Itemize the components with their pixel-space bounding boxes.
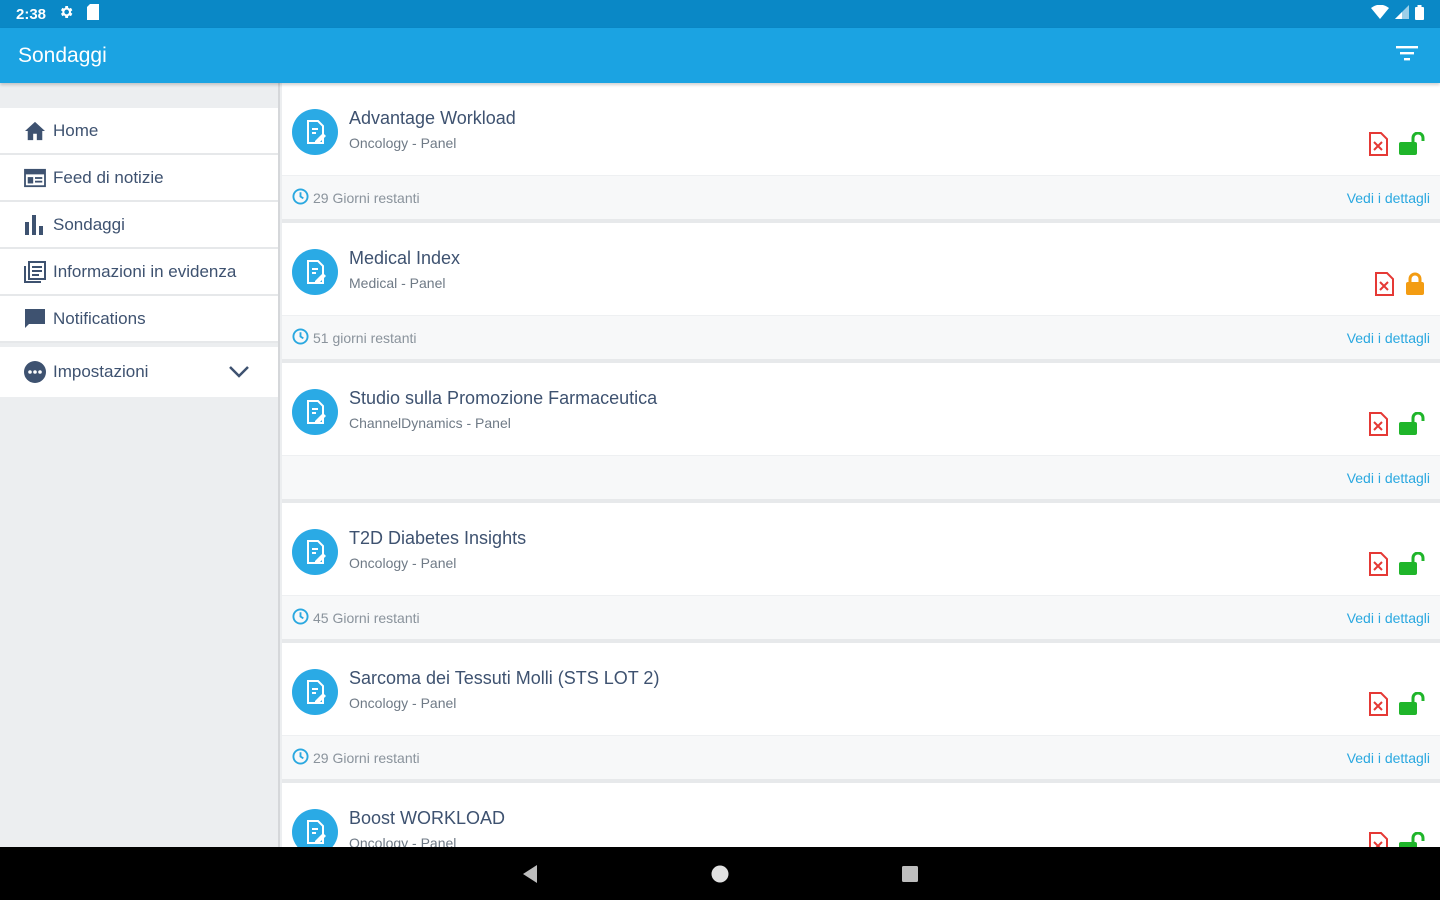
sidebar-item-highlights[interactable]: Informazioni in evidenza: [0, 249, 278, 296]
survey-subtitle: Oncology - Panel: [349, 695, 457, 711]
survey-subtitle: Oncology - Panel: [349, 555, 457, 571]
sidebar-item-label: Informazioni in evidenza: [53, 261, 237, 281]
status-time: 2:38: [16, 5, 47, 23]
days-remaining: 29 Giorni restanti: [292, 187, 420, 208]
survey-title: T2D Diabetes Insights: [349, 528, 527, 548]
days-remaining: 29 Giorni restanti: [292, 747, 420, 768]
survey-title: Medical Index: [349, 248, 461, 268]
decline-icon[interactable]: [1368, 831, 1390, 847]
sidebar-item-label: Feed di notizie: [53, 167, 164, 187]
sidebar-item-label: Notifications: [53, 308, 146, 328]
sidebar: Home Feed di notizie Sondaggi Informazio…: [0, 83, 280, 847]
sidebar-item-settings[interactable]: Impostazioni: [0, 347, 278, 397]
clock-icon: [292, 187, 309, 208]
survey-title: Studio sulla Promozione Farmaceutica: [349, 388, 658, 408]
survey-icon: [292, 669, 338, 715]
app-bar: Sondaggi: [0, 28, 1440, 83]
survey-list: Advantage Workload Oncology - Panel 29 G…: [282, 83, 1440, 847]
bar-chart-icon: [22, 212, 48, 238]
unlock-icon[interactable]: [1398, 832, 1426, 847]
sidebar-item-notifications[interactable]: Notifications: [0, 296, 278, 343]
unlock-icon[interactable]: [1398, 692, 1426, 716]
filter-button[interactable]: [1392, 41, 1422, 71]
survey-icon: [292, 809, 338, 847]
clock-icon: [292, 747, 309, 768]
details-link[interactable]: Vedi i dettagli: [1347, 330, 1430, 346]
survey-title: Sarcoma dei Tessuti Molli (STS LOT 2): [349, 668, 660, 688]
navigation-bar: [0, 847, 1440, 900]
more-icon: [22, 359, 48, 385]
survey-icon: [292, 529, 338, 575]
details-link[interactable]: Vedi i dettagli: [1347, 750, 1430, 766]
lock-icon[interactable]: [1404, 272, 1426, 296]
sidebar-item-surveys[interactable]: Sondaggi: [0, 202, 278, 249]
sidebar-item-home[interactable]: Home: [0, 108, 278, 155]
gear-icon: [58, 4, 74, 24]
decline-icon[interactable]: [1374, 271, 1396, 297]
days-remaining-label: 29 Giorni restanti: [313, 189, 420, 206]
survey-subtitle: ChannelDynamics - Panel: [349, 415, 511, 431]
newspaper-icon: [22, 259, 48, 285]
survey-card[interactable]: T2D Diabetes Insights Oncology - Panel 4…: [282, 503, 1440, 643]
survey-icon: [292, 249, 338, 295]
page-title: Sondaggi: [18, 43, 107, 67]
survey-card[interactable]: Advantage Workload Oncology - Panel 29 G…: [282, 83, 1440, 223]
chevron-down-icon[interactable]: [228, 365, 250, 379]
details-link[interactable]: Vedi i dettagli: [1347, 610, 1430, 626]
unlock-icon[interactable]: [1398, 412, 1426, 436]
home-icon: [22, 118, 48, 144]
unlock-icon[interactable]: [1398, 132, 1426, 156]
decline-icon[interactable]: [1368, 411, 1390, 437]
clock-icon: [292, 327, 309, 348]
signal-icon: [1395, 5, 1409, 23]
battery-icon: [1415, 4, 1424, 24]
sidebar-item-label: Home: [53, 120, 99, 140]
sidebar-item-label: Sondaggi: [53, 214, 125, 234]
back-icon[interactable]: [510, 854, 550, 894]
recents-icon[interactable]: [890, 854, 930, 894]
days-remaining: 45 Giorni restanti: [292, 607, 420, 628]
unlock-icon[interactable]: [1398, 552, 1426, 576]
decline-icon[interactable]: [1368, 691, 1390, 717]
survey-icon: [292, 109, 338, 155]
survey-card[interactable]: Sarcoma dei Tessuti Molli (STS LOT 2) On…: [282, 643, 1440, 783]
survey-subtitle: Oncology - Panel: [349, 135, 457, 151]
details-link[interactable]: Vedi i dettagli: [1347, 470, 1430, 486]
status-bar: 2:38: [0, 0, 1440, 28]
days-remaining-label: 51 giorni restanti: [313, 329, 417, 346]
days-remaining-label: 29 Giorni restanti: [313, 749, 420, 766]
days-remaining: 51 giorni restanti: [292, 327, 417, 348]
chat-icon: [22, 306, 48, 332]
survey-card[interactable]: Studio sulla Promozione Farmaceutica Cha…: [282, 363, 1440, 503]
decline-icon[interactable]: [1368, 551, 1390, 577]
filter-icon: [1396, 45, 1418, 66]
feed-icon: [22, 165, 48, 191]
home-button-icon[interactable]: [700, 854, 740, 894]
clock-icon: [292, 607, 309, 628]
survey-title: Boost WORKLOAD: [349, 808, 506, 828]
details-link[interactable]: Vedi i dettagli: [1347, 190, 1430, 206]
survey-icon: [292, 389, 338, 435]
survey-card[interactable]: Boost WORKLOAD Oncology - Panel: [282, 783, 1440, 847]
survey-subtitle: Medical - Panel: [349, 275, 446, 291]
survey-subtitle: Oncology - Panel: [349, 835, 457, 847]
sidebar-item-label: Impostazioni: [53, 362, 149, 381]
survey-title: Advantage Workload: [349, 108, 516, 128]
sidebar-item-feed[interactable]: Feed di notizie: [0, 155, 278, 202]
survey-card[interactable]: Medical Index Medical - Panel 51 giorni …: [282, 223, 1440, 363]
sd-card-icon: [86, 4, 100, 24]
wifi-icon: [1371, 4, 1389, 23]
days-remaining-label: 45 Giorni restanti: [313, 609, 420, 626]
decline-icon[interactable]: [1368, 131, 1390, 157]
